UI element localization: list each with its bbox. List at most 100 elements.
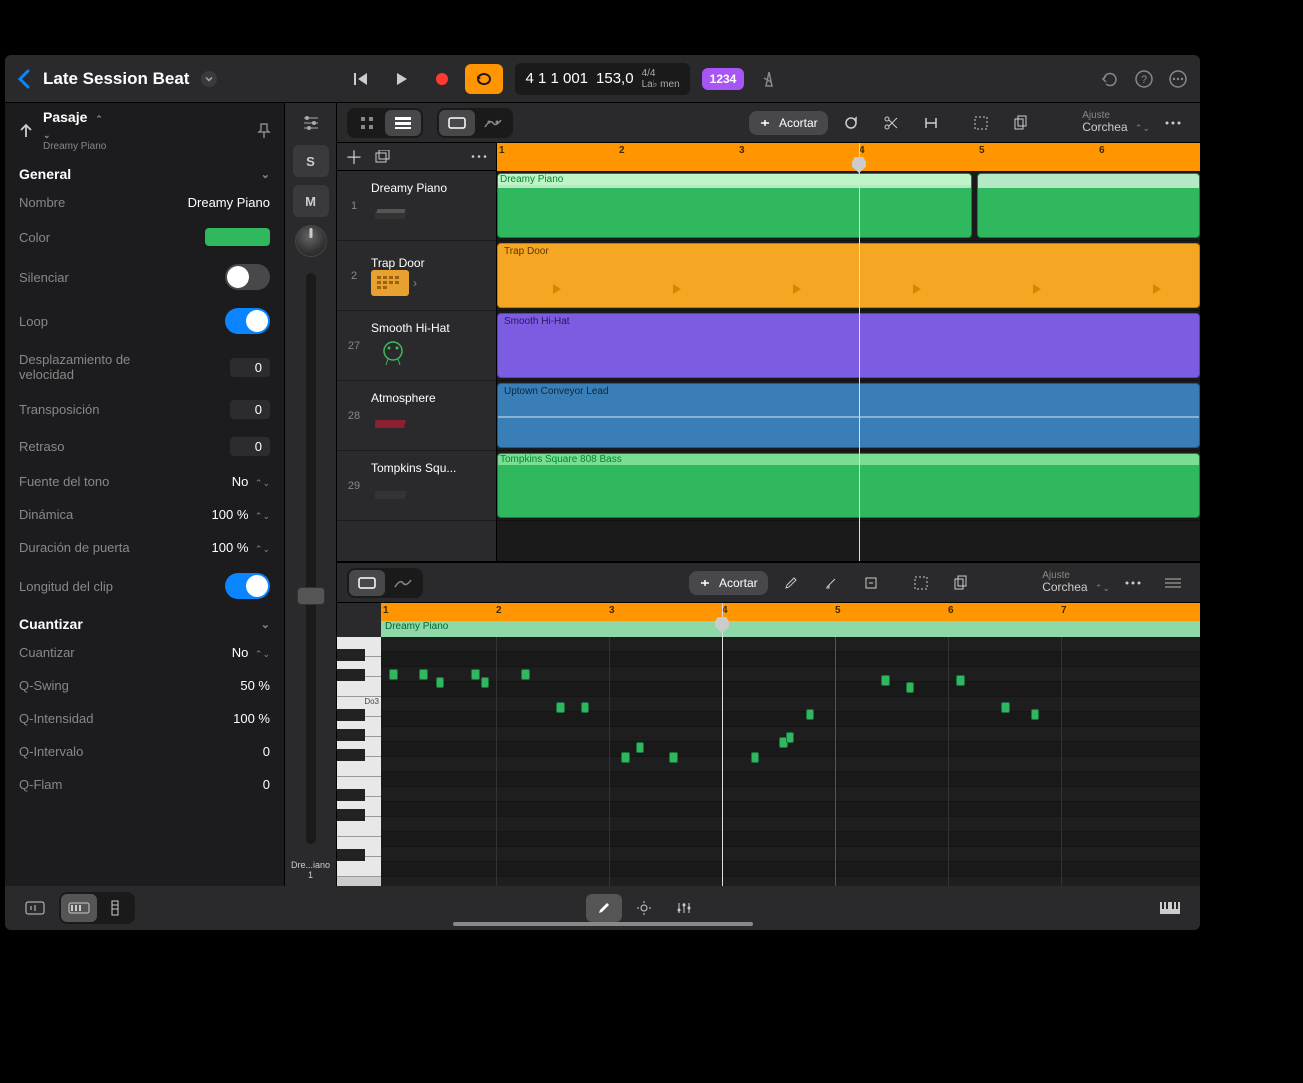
editor-copy-icon[interactable] — [944, 568, 978, 598]
more-icon[interactable] — [1168, 69, 1188, 89]
midi-note[interactable] — [806, 709, 814, 720]
help-icon[interactable]: ? — [1134, 69, 1154, 89]
keyboard-input-button[interactable] — [61, 894, 97, 922]
editor-tool-selector[interactable]: Acortar — [689, 571, 768, 595]
region-dreamy-piano-loop[interactable] — [977, 173, 1200, 238]
loop-tool-icon[interactable] — [834, 108, 868, 138]
longitud-toggle[interactable] — [225, 573, 270, 599]
editor-automation-view-button[interactable] — [385, 570, 421, 596]
rewind-button[interactable] — [345, 64, 379, 94]
midi-note[interactable] — [521, 669, 530, 680]
track-header-more-icon[interactable] — [470, 154, 488, 159]
midi-note[interactable] — [481, 677, 489, 688]
bottom-brightness-icon[interactable] — [626, 894, 662, 922]
region-bass[interactable]: Tompkins Square 808 Bass — [497, 453, 1200, 518]
row-qflam[interactable]: Q-Flam 0 — [5, 768, 284, 801]
record-button[interactable] — [425, 64, 459, 94]
bottom-pencil-button[interactable] — [586, 894, 622, 922]
row-qinterv[interactable]: Q-Intervalo 0 — [5, 735, 284, 768]
silenciar-toggle[interactable] — [225, 264, 270, 290]
back-button[interactable] — [17, 69, 31, 89]
transp-field[interactable]: 0 — [230, 400, 270, 419]
mute-button[interactable]: M — [293, 185, 329, 217]
join-icon[interactable] — [914, 108, 948, 138]
track-header-3[interactable]: 27 Smooth Hi-Hat — [337, 311, 496, 381]
region-row-1[interactable]: Dreamy Piano — [497, 171, 1200, 241]
midi-note[interactable] — [751, 752, 759, 763]
region-row-4[interactable]: Uptown Conveyor Lead — [497, 381, 1200, 451]
pencil-icon[interactable] — [774, 568, 808, 598]
lcd-display[interactable]: 4 1 1 001 153,0 4/4 La♭ men — [515, 63, 689, 95]
track-header-5[interactable]: 29 Tompkins Squ... — [337, 451, 496, 521]
region-dreamy-piano[interactable]: Dreamy Piano — [497, 173, 972, 238]
row-nombre[interactable]: Nombre Dreamy Piano — [5, 186, 284, 219]
volume-fader[interactable] — [306, 273, 316, 844]
quantize-section-header[interactable]: Cuantizar ⌄ — [5, 608, 284, 636]
pan-knob[interactable] — [295, 225, 327, 257]
region-hihat[interactable]: Smooth Hi-Hat — [497, 313, 1200, 378]
piano-keyboard[interactable]: Do3 — [337, 603, 381, 886]
midi-note[interactable] — [389, 669, 398, 680]
scissors-icon[interactable] — [874, 108, 908, 138]
project-title[interactable]: Late Session Beat — [43, 69, 189, 89]
desplaz-field[interactable]: 0 — [230, 358, 270, 377]
region-row-2[interactable]: Trap Door — [497, 241, 1200, 311]
row-duracion[interactable]: Duración de puerta 100 % ⌃⌄ — [5, 531, 284, 564]
region-view-button[interactable] — [439, 110, 475, 136]
list-view-button[interactable] — [385, 110, 421, 136]
midi-note[interactable] — [956, 675, 965, 686]
marquee-icon[interactable] — [964, 108, 998, 138]
row-qswing[interactable]: Q-Swing 50 % — [5, 669, 284, 702]
region-row-5[interactable]: Tompkins Square 808 Bass — [497, 451, 1200, 521]
mixer-settings-icon[interactable] — [293, 109, 329, 137]
midi-note[interactable] — [906, 682, 914, 693]
piano-roll-grid[interactable]: 1 2 3 4 5 6 7 Dreamy Piano — [381, 603, 1200, 886]
midi-note[interactable] — [636, 742, 644, 753]
brush-icon[interactable] — [814, 568, 848, 598]
editor-snap-selector[interactable]: Ajuste Corchea ⌃⌄ — [1042, 570, 1110, 594]
editor-ruler[interactable]: 1 2 3 4 5 6 7 — [381, 603, 1200, 621]
bottom-sliders-icon[interactable] — [666, 894, 702, 922]
row-color[interactable]: Color — [5, 219, 284, 255]
add-track-button[interactable]: ＋ — [345, 144, 363, 170]
editor-more-icon[interactable] — [1116, 568, 1150, 598]
midi-note[interactable] — [436, 677, 444, 688]
midi-note[interactable] — [881, 675, 890, 686]
track-stack-icon[interactable] — [375, 150, 391, 164]
color-swatch[interactable] — [205, 228, 270, 246]
metronome-button[interactable] — [754, 64, 784, 94]
row-fuente[interactable]: Fuente del tono No ⌃⌄ — [5, 465, 284, 498]
copy-icon[interactable] — [1004, 108, 1038, 138]
cycle-button[interactable] — [465, 64, 503, 94]
edit-tool-selector[interactable]: Acortar — [749, 111, 828, 135]
mode-badge[interactable]: 1234 — [702, 68, 745, 90]
midi-note[interactable] — [419, 669, 428, 680]
row-qintens[interactable]: Q-Intensidad 100 % — [5, 702, 284, 735]
midi-note[interactable] — [1001, 702, 1010, 713]
playhead[interactable] — [859, 143, 860, 561]
snap-selector[interactable]: Ajuste Corchea ⌃⌄ — [1082, 110, 1150, 134]
row-dinamica[interactable]: Dinámica 100 % ⌃⌄ — [5, 498, 284, 531]
velocity-icon[interactable] — [854, 568, 888, 598]
undo-icon[interactable] — [1100, 70, 1120, 88]
pin-icon[interactable] — [256, 122, 272, 140]
fretboard-input-button[interactable] — [97, 894, 133, 922]
inspector-title-box[interactable]: Pasaje ⌃⌄ Dreamy Piano — [43, 109, 248, 152]
piano-icon[interactable] — [1152, 894, 1188, 922]
loop-toggle[interactable] — [225, 308, 270, 334]
track-header-2[interactable]: 2 Trap Door › — [337, 241, 496, 311]
solo-button[interactable]: S — [293, 145, 329, 177]
editor-region-view-button[interactable] — [349, 570, 385, 596]
library-icon[interactable] — [17, 894, 53, 922]
title-dropdown-icon[interactable] — [201, 71, 217, 87]
inspector-up-icon[interactable] — [17, 122, 35, 140]
midi-note[interactable] — [556, 702, 565, 713]
region-trap-door[interactable]: Trap Door — [497, 243, 1200, 308]
region-row-3[interactable]: Smooth Hi-Hat — [497, 311, 1200, 381]
track-header-1[interactable]: 1 Dreamy Piano — [337, 171, 496, 241]
retraso-field[interactable]: 0 — [230, 437, 270, 456]
general-section-header[interactable]: General ⌄ — [5, 158, 284, 186]
editor-playhead[interactable] — [722, 603, 723, 886]
row-cuantizar[interactable]: Cuantizar No ⌃⌄ — [5, 636, 284, 669]
chevron-right-icon[interactable]: › — [413, 276, 417, 290]
